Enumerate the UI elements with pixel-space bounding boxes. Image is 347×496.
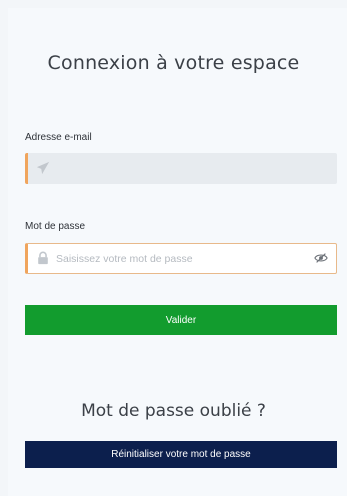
password-input[interactable] bbox=[56, 244, 306, 273]
submit-button[interactable]: Valider bbox=[25, 305, 337, 335]
email-field[interactable] bbox=[25, 153, 337, 184]
password-field[interactable] bbox=[25, 243, 337, 274]
lock-icon bbox=[38, 251, 48, 265]
email-label: Adresse e-mail bbox=[25, 132, 92, 143]
page-title: Connexion à votre espace bbox=[47, 52, 300, 74]
send-icon bbox=[36, 161, 50, 175]
forgot-password-title: Mot de passe oublié ? bbox=[81, 401, 266, 421]
eye-slash-icon[interactable] bbox=[314, 252, 328, 264]
password-label: Mot de passe bbox=[25, 221, 86, 232]
reset-password-button[interactable]: Réinitialiser votre mot de passe bbox=[25, 441, 337, 468]
